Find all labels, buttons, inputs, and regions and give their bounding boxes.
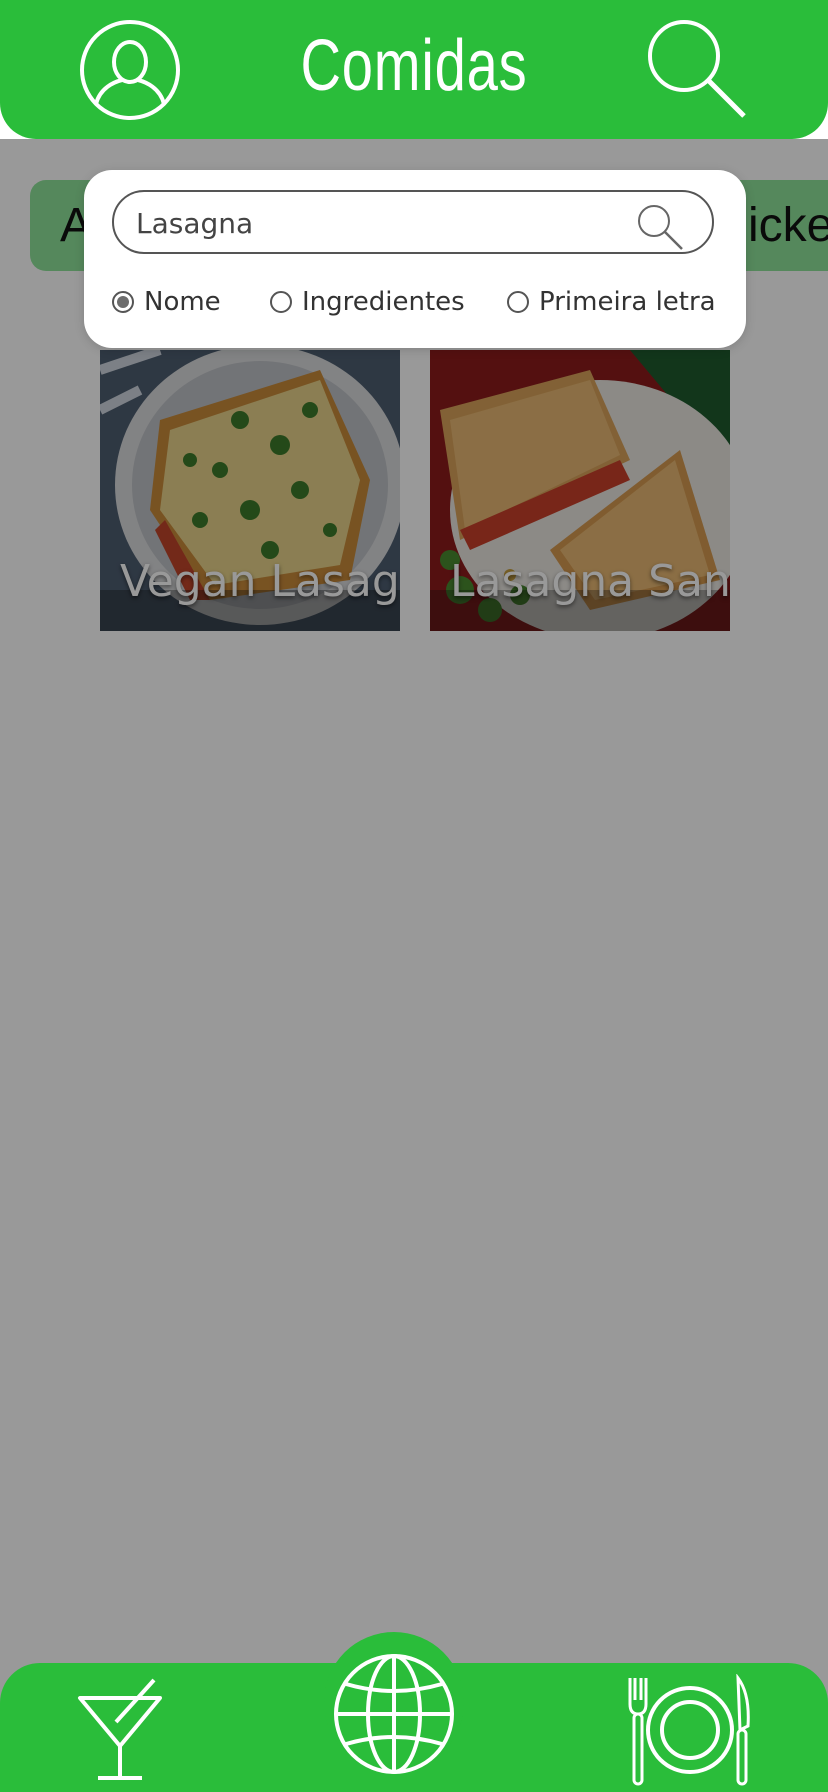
radio-ingredientes[interactable]: Ingredientes [270, 282, 465, 322]
cocktail-icon [78, 1678, 162, 1780]
page-title: Comidas [300, 26, 528, 106]
radio-label: Primeira letra [539, 287, 716, 317]
radio-circle[interactable] [112, 291, 134, 313]
radio-nome[interactable]: Nome [112, 282, 221, 322]
recipe-card[interactable]: Lasagna Sanc [430, 350, 730, 631]
search-type-options: Nome Ingredientes Primeira letra [112, 282, 732, 322]
search-icon [648, 20, 746, 118]
utensils-icon [628, 1673, 750, 1786]
category-label: icke [748, 199, 828, 252]
food-nav-button[interactable] [624, 1673, 754, 1786]
search-input[interactable] [134, 200, 618, 246]
radio-label: Ingredientes [302, 287, 465, 317]
radio-label: Nome [144, 287, 221, 317]
search-toggle-button[interactable] [644, 18, 748, 122]
radio-circle[interactable] [270, 291, 292, 313]
recipe-title: Lasagna Sanc [450, 556, 730, 607]
recipe-card[interactable]: Vegan Lasag [100, 350, 400, 631]
search-field[interactable] [112, 190, 714, 254]
search-icon[interactable] [634, 202, 684, 252]
globe-icon [334, 1654, 454, 1774]
app-header: Comidas [0, 0, 828, 139]
radio-circle[interactable] [507, 291, 529, 313]
search-popup: Nome Ingredientes Primeira letra [84, 170, 746, 348]
drinks-nav-button[interactable] [76, 1676, 164, 1782]
radio-primeira-letra[interactable]: Primeira letra [507, 282, 716, 322]
recipe-title: Vegan Lasag [120, 556, 400, 607]
explore-nav-button[interactable] [330, 1650, 458, 1778]
